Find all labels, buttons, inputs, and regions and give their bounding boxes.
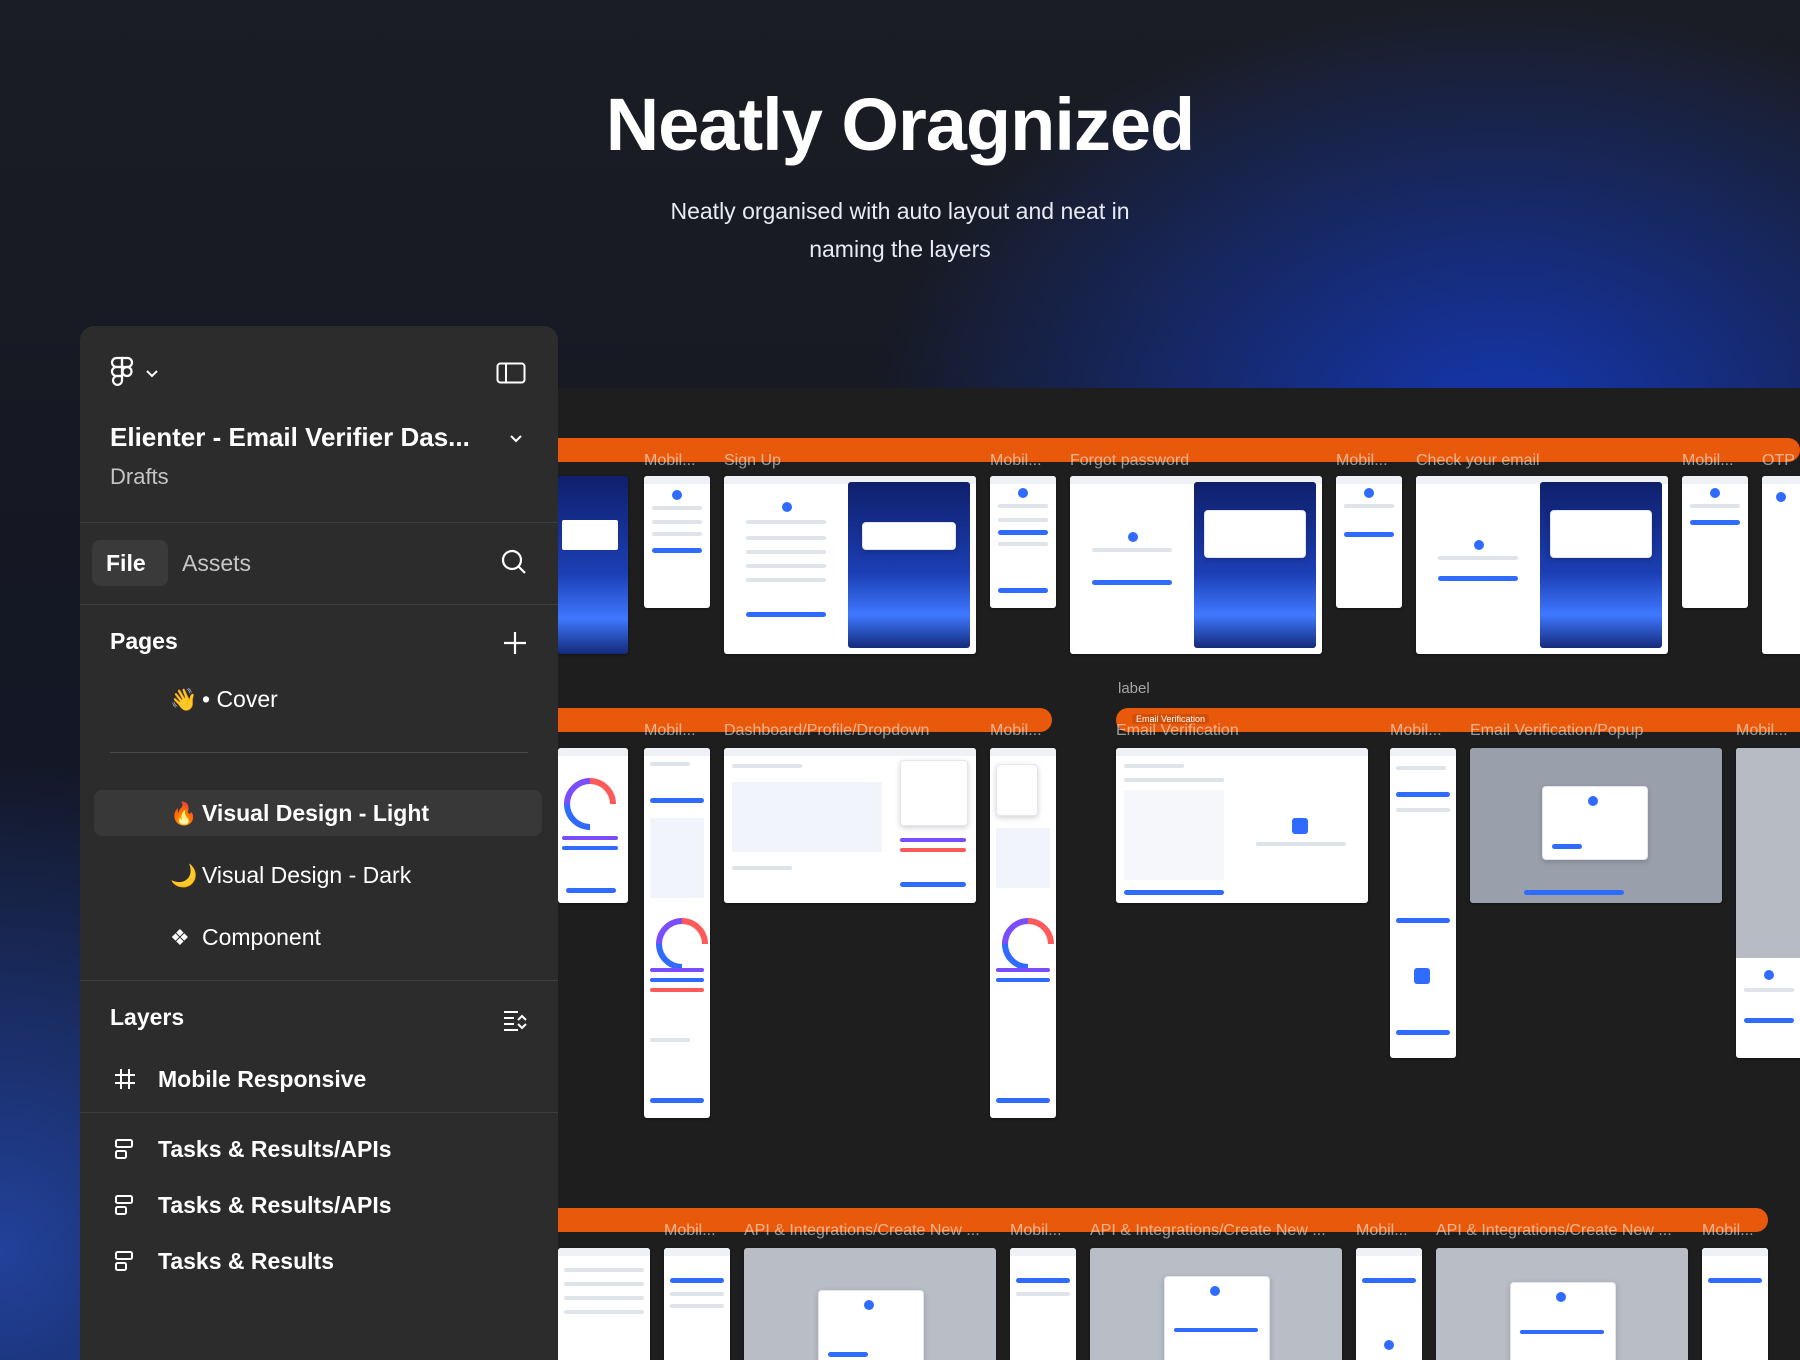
frame-dashboard-profile-dropdown[interactable]: [724, 748, 976, 903]
frame-label[interactable]: Forgot password: [1070, 452, 1189, 470]
layer-label: Tasks & Results/APIs: [158, 1136, 392, 1162]
layer-row-tasks-results[interactable]: Tasks & Results: [80, 1238, 558, 1286]
frame-email-verification-popup[interactable]: [1470, 748, 1722, 903]
page-item-label: Visual Design - Light: [202, 800, 430, 826]
frame-mobile-email-verification[interactable]: [1390, 748, 1456, 1058]
frame-mobile-check-email[interactable]: [1682, 476, 1748, 608]
frame-mobile-popup[interactable]: [1736, 748, 1800, 1058]
tab-assets-label: Assets: [182, 550, 252, 576]
collapse-layers-icon[interactable]: [502, 1008, 528, 1032]
frame-label[interactable]: Mobil...: [1336, 452, 1388, 470]
chevron-down-icon: [146, 370, 158, 378]
frame-mobile-dashboard[interactable]: [644, 748, 710, 1118]
frame-login-desktop[interactable]: [558, 476, 628, 654]
auto-layout-icon: [115, 1195, 133, 1215]
frame-label[interactable]: Dashboard/Profile/Dropdown: [724, 722, 929, 740]
layer-row-mobile-responsive[interactable]: Mobile Responsive: [80, 1056, 558, 1104]
auto-layout-icon: [115, 1139, 133, 1159]
hero-subtitle-line2: naming the layers: [809, 236, 991, 262]
frame-label[interactable]: Mobil...: [644, 452, 696, 470]
frame-mobile-login[interactable]: [644, 476, 710, 608]
frame-api-create-new-2[interactable]: [1090, 1248, 1342, 1360]
auto-layout-icon: [115, 1251, 133, 1271]
frame-mobile-api-2[interactable]: [1010, 1248, 1076, 1360]
wave-emoji-icon: 👋: [170, 687, 198, 712]
moon-emoji-icon: 🌙: [170, 863, 198, 888]
frame-email-verification[interactable]: [1116, 748, 1368, 903]
toggle-sidebar-icon[interactable]: [496, 362, 526, 384]
frame-label[interactable]: API & Integrations/Create New ...: [1436, 1222, 1672, 1240]
frame-check-email[interactable]: [1416, 476, 1668, 654]
frame-sign-up[interactable]: [724, 476, 976, 654]
layer-label: Mobile Responsive: [158, 1066, 367, 1092]
frame-label[interactable]: Mobil...: [1356, 1222, 1408, 1240]
frame-api-partial[interactable]: [558, 1248, 650, 1360]
hero-title: Neatly Oragnized: [605, 83, 1196, 166]
page-item-visual-design-light[interactable]: 🔥 Visual Design - Light: [94, 790, 542, 836]
search-icon[interactable]: [500, 548, 528, 576]
frame-label[interactable]: Sign Up: [724, 452, 781, 470]
frame-mobile-signup[interactable]: [990, 476, 1056, 608]
component-icon: ❖: [170, 925, 190, 950]
design-canvas[interactable]: Mobil... Sign Up Mobil... Forgot passwor…: [558, 388, 1800, 1360]
hero-subtitle-line1: Neatly organised with auto layout and ne…: [670, 198, 1130, 224]
frame-forgot-password[interactable]: [1070, 476, 1322, 654]
frame-api-create-new-3[interactable]: [1436, 1248, 1688, 1360]
layer-label: Tasks & Results: [158, 1248, 334, 1274]
main-menu-button[interactable]: [110, 356, 170, 390]
page-divider: [110, 752, 528, 753]
frame-mobile-api[interactable]: [664, 1248, 730, 1360]
frame-label[interactable]: Mobil...: [1682, 452, 1734, 470]
page-item-label: • Cover: [202, 686, 278, 712]
layer-row-tasks-results-apis[interactable]: Tasks & Results/APIs: [80, 1182, 558, 1230]
frame-mobile-dashboard-2[interactable]: [990, 748, 1056, 1118]
tab-file-label: File: [106, 550, 146, 576]
page-item-component[interactable]: ❖ Component: [94, 914, 542, 960]
page-item-label: Component: [202, 924, 321, 950]
frame-label[interactable]: Mobil...: [1010, 1222, 1062, 1240]
pages-heading: Pages: [110, 628, 178, 654]
page-item-label: Visual Design - Dark: [202, 862, 412, 888]
frame-mobile-api-3[interactable]: [1356, 1248, 1422, 1360]
frame-api-create-new-1[interactable]: [744, 1248, 996, 1360]
frame-label[interactable]: Email Verification: [1116, 722, 1239, 740]
frame-mobile-forgot[interactable]: [1336, 476, 1402, 608]
frame-label[interactable]: Mobil...: [1390, 722, 1442, 740]
page-item-cover[interactable]: 👋 • Cover: [94, 676, 542, 722]
frame-dashboard-partial[interactable]: [558, 748, 628, 903]
page-item-visual-design-dark[interactable]: 🌙 Visual Design - Dark: [94, 852, 542, 898]
layers-heading: Layers: [110, 1004, 185, 1030]
frame-label[interactable]: Mobil...: [990, 452, 1042, 470]
frame-label[interactable]: Mobil...: [664, 1222, 716, 1240]
figma-layers-panel: Elienter - Email Verifier Das... Drafts …: [80, 326, 558, 1360]
frame-grid-icon: [115, 1069, 135, 1089]
add-page-icon[interactable]: [502, 630, 528, 656]
hero-subtitle: Neatly organised with auto layout and ne…: [600, 192, 1200, 268]
fire-emoji-icon: 🔥: [170, 801, 198, 826]
frame-label[interactable]: Mobil...: [1736, 722, 1788, 740]
frame-otp[interactable]: [1762, 476, 1800, 654]
frame-label[interactable]: API & Integrations/Create New ...: [744, 1222, 980, 1240]
frame-label[interactable]: Email Verification/Popup: [1470, 722, 1643, 740]
frame-label[interactable]: Mobil...: [1702, 1222, 1754, 1240]
frame-label[interactable]: OTP: [1762, 452, 1795, 470]
frame-label[interactable]: API & Integrations/Create New ...: [1090, 1222, 1326, 1240]
frame-mobile-api-4[interactable]: [1702, 1248, 1768, 1360]
tab-assets[interactable]: Assets: [168, 540, 278, 586]
file-name[interactable]: Elienter - Email Verifier Das...: [110, 422, 470, 453]
frame-label[interactable]: Check your email: [1416, 452, 1540, 470]
frame-label[interactable]: Mobil...: [990, 722, 1042, 740]
tab-file[interactable]: File: [92, 540, 168, 586]
chevron-down-icon[interactable]: [510, 435, 522, 443]
row2-tag: label: [1118, 680, 1150, 697]
figma-logo-icon: [110, 356, 134, 386]
layer-label: Tasks & Results/APIs: [158, 1192, 392, 1218]
layer-row-tasks-results-apis[interactable]: Tasks & Results/APIs: [80, 1126, 558, 1174]
frame-label[interactable]: Mobil...: [644, 722, 696, 740]
file-location[interactable]: Drafts: [110, 464, 169, 490]
